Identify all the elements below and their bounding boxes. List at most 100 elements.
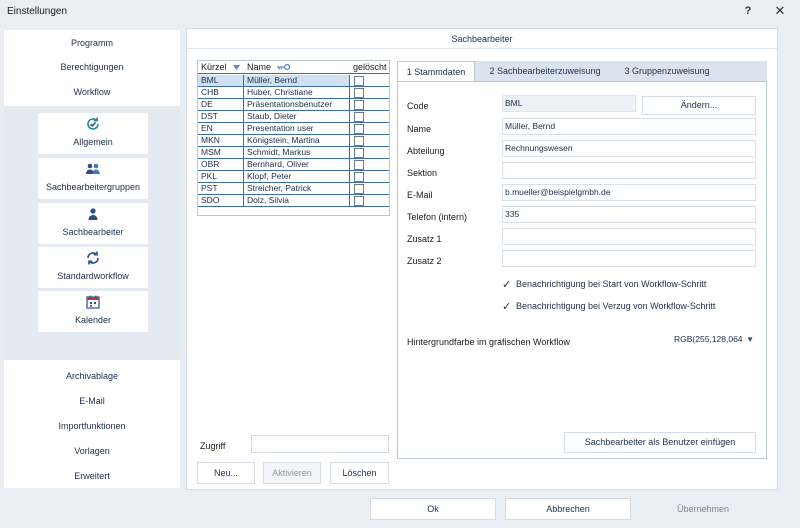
cell-name: Huber, Christiane xyxy=(244,87,350,98)
abteilung-field[interactable]: Rechnungswesen xyxy=(502,140,756,157)
sektion-label: Sektion xyxy=(407,168,438,178)
table-row[interactable]: OBR Bernhard, Oliver xyxy=(198,159,389,171)
table-row[interactable]: DST Staub, Dieter xyxy=(198,111,389,123)
deleted-checkbox[interactable] xyxy=(354,124,364,134)
check-icon: ✓ xyxy=(502,301,512,313)
cell-kuerzel: EN xyxy=(198,123,244,134)
deleted-checkbox[interactable] xyxy=(354,136,364,146)
cell-kuerzel: CHB xyxy=(198,87,244,98)
deleted-checkbox[interactable] xyxy=(354,160,364,170)
sidebar-item-erweitert[interactable]: Erweitert xyxy=(4,468,180,484)
table-row[interactable]: PST Streicher, Patrick xyxy=(198,183,389,195)
table-row[interactable]: PKL Klopf, Peter xyxy=(198,171,389,183)
notify-start-checkbox[interactable]: ✓ Benachrichtigung bei Start von Workflo… xyxy=(502,279,756,291)
email-label: E-Mail xyxy=(407,190,433,200)
sidebar-item-workflow[interactable]: Workflow xyxy=(4,84,180,100)
tile-label: Sachbearbeitergruppen xyxy=(45,182,141,192)
key-icon xyxy=(276,63,290,71)
deleted-checkbox[interactable] xyxy=(354,88,364,98)
table-row[interactable]: BML Müller, Bernd xyxy=(198,75,389,87)
deleted-checkbox[interactable] xyxy=(354,76,364,86)
refresh-icon xyxy=(38,250,148,266)
table-row[interactable]: MSM Schmidt, Markus xyxy=(198,147,389,159)
sidebar-bottom-section: Archivablage E-Mail Importfunktionen Vor… xyxy=(4,360,180,488)
bg-color-select[interactable]: RGB(255,128,064 ▼ xyxy=(674,331,756,347)
cell-kuerzel: MSM xyxy=(198,147,244,158)
tile-standardworkflow[interactable]: Standardworkflow xyxy=(38,247,148,288)
deleted-checkbox[interactable] xyxy=(354,196,364,206)
name-field[interactable]: Müller, Bernd xyxy=(502,118,756,135)
sidebar-item-importfunktionen[interactable]: Importfunktionen xyxy=(4,418,180,434)
sidebar-item-vorlagen[interactable]: Vorlagen xyxy=(4,443,180,459)
sidebar-top-section: Programm Berechtigungen Workflow xyxy=(4,30,180,106)
detail-form: Code BML Ändern... Name Müller, Bernd Ab… xyxy=(397,81,767,459)
email-field[interactable]: b.mueller@beispielgmbh.de xyxy=(502,184,756,201)
sidebar-item-programm[interactable]: Programm xyxy=(4,35,180,51)
deleted-checkbox[interactable] xyxy=(354,172,364,182)
cell-kuerzel: MKN xyxy=(198,135,244,146)
apply-button[interactable]: Übernehmen xyxy=(640,498,766,520)
cell-name: Klopf, Peter xyxy=(244,171,350,182)
sort-down-icon xyxy=(233,65,241,70)
tile-label: Kalender xyxy=(74,315,112,325)
cell-kuerzel: OBR xyxy=(198,159,244,170)
cell-geloescht xyxy=(350,135,389,146)
table-row[interactable]: DE Präsentationsbenutzer xyxy=(198,99,389,111)
zusatz2-field[interactable] xyxy=(502,250,756,267)
deleted-checkbox[interactable] xyxy=(354,148,364,158)
bg-color-label: Hintergrundfarbe im grafischen Workflow xyxy=(407,337,570,347)
tile-label: Sachbearbeiter xyxy=(62,227,124,237)
code-field: BML xyxy=(502,95,636,112)
sektion-field[interactable] xyxy=(502,162,756,179)
notify-delay-checkbox[interactable]: ✓ Benachrichtigung bei Verzug von Workfl… xyxy=(502,301,756,313)
tile-label: Allgemein xyxy=(73,137,113,147)
sidebar-item-berechtigungen[interactable]: Berechtigungen xyxy=(4,59,180,75)
cell-geloescht xyxy=(350,183,389,194)
deleted-checkbox[interactable] xyxy=(354,100,364,110)
tile-allgemein[interactable]: Allgemein xyxy=(38,113,148,154)
change-code-button[interactable]: Ändern... xyxy=(642,96,756,115)
window-title: Einstellungen xyxy=(7,6,68,17)
main-panel: Sachbearbeiter Kürzel Name gelöscht BML M… xyxy=(186,28,778,490)
cell-name: Königstein, Martina xyxy=(244,135,350,146)
activate-button[interactable]: Aktivieren xyxy=(263,462,321,484)
table-row[interactable]: MKN Königstein, Martina xyxy=(198,135,389,147)
help-button[interactable]: ? xyxy=(739,3,757,19)
cell-kuerzel: PKL xyxy=(198,171,244,182)
tile-sachbearbeitergruppen[interactable]: Sachbearbeitergruppen xyxy=(38,158,148,199)
cancel-button[interactable]: Abbrechen xyxy=(505,498,631,520)
title-bar: Einstellungen ? ✕ xyxy=(0,0,800,24)
tile-sachbearbeiter[interactable]: Sachbearbeiter xyxy=(38,203,148,244)
employee-grid: Kürzel Name gelöscht BML Müller, Bernd CHB… xyxy=(197,60,390,216)
cell-name: Streicher, Patrick xyxy=(244,183,350,194)
bg-color-value: RGB(255,128,064 xyxy=(674,334,743,344)
ok-button[interactable]: Ok xyxy=(370,498,496,520)
checkbox-label: Benachrichtigung bei Verzug von Workflow… xyxy=(516,301,716,311)
tab-stammdaten[interactable]: 1 Stammdaten xyxy=(397,61,475,82)
deleted-checkbox[interactable] xyxy=(354,184,364,194)
delete-button[interactable]: Löschen xyxy=(330,462,389,484)
cell-name: Schmidt, Markus xyxy=(244,147,350,158)
column-header-geloescht[interactable]: gelöscht xyxy=(353,62,387,72)
tile-kalender[interactable]: Kalender xyxy=(38,291,148,332)
sidebar-item-archivablage[interactable]: Archivablage xyxy=(4,368,180,384)
table-row[interactable]: EN Presentation user xyxy=(198,123,389,135)
cell-geloescht xyxy=(350,87,389,98)
cell-kuerzel: BML xyxy=(198,75,244,86)
close-button[interactable]: ✕ xyxy=(771,3,789,19)
add-as-user-button[interactable]: Sachbearbeiter als Benutzer einfügen xyxy=(564,432,756,453)
table-row[interactable]: SDO Dolz, Silvia xyxy=(198,195,389,207)
zugriff-input[interactable] xyxy=(251,435,389,453)
telefon-field[interactable]: 335 xyxy=(502,206,756,223)
column-header-kuerzel[interactable]: Kürzel xyxy=(201,62,241,72)
zusatz1-field[interactable] xyxy=(502,228,756,245)
cell-geloescht xyxy=(350,111,389,122)
column-header-name[interactable]: Name xyxy=(247,62,290,72)
new-button[interactable]: Neu... xyxy=(197,462,255,484)
deleted-checkbox[interactable] xyxy=(354,112,364,122)
user-group-icon xyxy=(38,161,148,177)
table-row[interactable]: CHB Huber, Christiane xyxy=(198,87,389,99)
tab-sachbearbeiterzuweisung[interactable]: 2 Sachbearbeiterzuweisung xyxy=(483,61,607,81)
tab-gruppenzuweisung[interactable]: 3 Gruppenzuweisung xyxy=(617,61,717,81)
sidebar-item-email[interactable]: E-Mail xyxy=(4,393,180,409)
